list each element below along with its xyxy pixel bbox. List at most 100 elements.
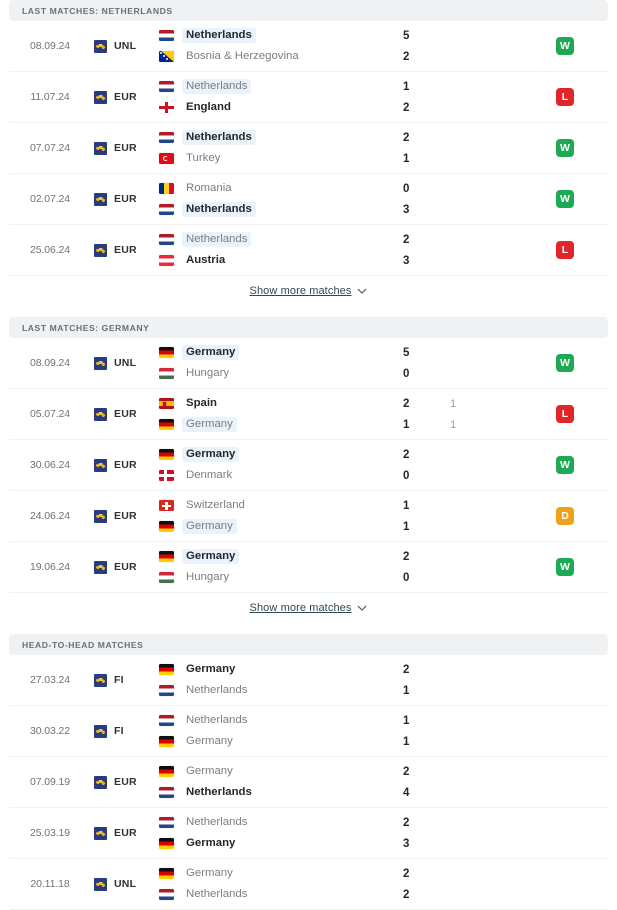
team-name[interactable]: Germany — [182, 345, 240, 360]
team-name[interactable]: Austria — [182, 253, 229, 268]
score-main: 1 — [403, 418, 410, 431]
team-name[interactable]: Netherlands — [182, 232, 252, 247]
team-name[interactable]: Switzerland — [182, 498, 249, 513]
competition-name: EUR — [114, 459, 137, 471]
competition-cell[interactable]: EUR — [91, 491, 159, 541]
competition-name: EUR — [114, 91, 137, 103]
uefa-icon — [94, 509, 107, 523]
score-line: 2 — [402, 130, 522, 145]
scores-cell: 21 — [402, 123, 522, 173]
team-name[interactable]: Denmark — [182, 468, 236, 483]
result-cell — [522, 808, 608, 858]
romania-flag-icon — [159, 183, 174, 194]
netherlands-flag-icon — [159, 715, 174, 726]
scores-cell: 21 — [402, 655, 522, 705]
match-row[interactable]: 08.09.24 UNL Netherlands Bosnia & Herzegovi… — [9, 21, 608, 72]
match-row[interactable]: 30.06.24 EUR Germany Denmark 2 0 W — [9, 440, 608, 491]
team-name[interactable]: Hungary — [182, 366, 233, 381]
team-name[interactable]: Netherlands — [182, 79, 252, 94]
score-main: 1 — [403, 684, 410, 697]
match-date: 24.06.24 — [29, 510, 71, 522]
score-line: 1 — [402, 734, 522, 749]
team-line: Hungary — [159, 570, 402, 585]
team-name[interactable]: Turkey — [182, 151, 224, 166]
team-name[interactable]: Germany — [182, 764, 237, 779]
competition-cell[interactable]: EUR — [91, 72, 159, 122]
competition-cell[interactable]: UNL — [91, 859, 159, 909]
score-main: 2 — [403, 101, 410, 114]
match-row[interactable]: 07.07.24 EUR Netherlands Turkey 2 1 W — [9, 123, 608, 174]
match-row[interactable]: 25.03.19 EUR Netherlands Germany 2 3 — [9, 808, 608, 859]
competition-cell[interactable]: EUR — [91, 440, 159, 490]
score-line: 2 — [402, 49, 522, 64]
match-row[interactable]: 25.06.24 EUR Netherlands Austria 2 3 L — [9, 225, 608, 276]
team-name[interactable]: England — [182, 100, 235, 115]
competition-cell[interactable]: EUR — [91, 757, 159, 807]
score-line: 3 — [402, 253, 522, 268]
competition-cell[interactable]: EUR — [91, 225, 159, 275]
competition-cell[interactable]: EUR — [91, 542, 159, 592]
team-name[interactable]: Germany — [182, 866, 237, 881]
match-date: 25.06.24 — [29, 244, 71, 256]
score-main: 3 — [403, 837, 410, 850]
match-row[interactable]: 20.11.18 UNL Germany Netherlands 2 2 — [9, 859, 608, 910]
section-header: HEAD-TO-HEAD MATCHES — [9, 634, 608, 655]
match-row[interactable]: 05.07.24 EUR Spain Germany 2 1 1 1 L — [9, 389, 608, 440]
team-name[interactable]: Netherlands — [182, 202, 256, 217]
match-row[interactable]: 11.07.24 EUR Netherlands England 1 2 L — [9, 72, 608, 123]
team-name[interactable]: Netherlands — [182, 713, 251, 728]
teams-cell: Germany Netherlands — [159, 655, 402, 705]
team-name[interactable]: Germany — [182, 519, 237, 534]
head-to-head-matches: HEAD-TO-HEAD MATCHES 27.03.24 FI Germany Net… — [9, 634, 608, 910]
last-matches-germany: LAST MATCHES: GERMANY 08.09.24 UNL Germany H… — [9, 317, 608, 623]
match-row[interactable]: 30.03.22 FI Netherlands Germany 1 1 — [9, 706, 608, 757]
competition-cell[interactable]: FI — [91, 655, 159, 705]
team-name[interactable]: Germany — [182, 836, 239, 851]
score-line: 3 — [402, 202, 522, 217]
team-name[interactable]: Netherlands — [182, 887, 251, 902]
result-badge: L — [556, 405, 574, 423]
hungary-flag-icon — [159, 368, 174, 379]
team-name[interactable]: Germany — [182, 447, 240, 462]
competition-cell[interactable]: EUR — [91, 808, 159, 858]
team-name[interactable]: Netherlands — [182, 785, 256, 800]
team-name[interactable]: Romania — [182, 181, 236, 196]
uefa-icon — [94, 560, 107, 574]
team-name[interactable]: Netherlands — [182, 28, 256, 43]
show-more-matches-button[interactable]: Show more matches — [9, 276, 608, 306]
team-name[interactable]: Germany — [182, 549, 240, 564]
competition-cell[interactable]: UNL — [91, 21, 159, 71]
team-name[interactable]: Germany — [182, 734, 237, 749]
score-main: 2 — [403, 550, 410, 563]
team-name[interactable]: Netherlands — [182, 683, 251, 698]
score-main: 2 — [403, 765, 410, 778]
match-row[interactable]: 07.09.19 EUR Germany Netherlands 2 4 — [9, 757, 608, 808]
match-row[interactable]: 19.06.24 EUR Germany Hungary 2 0 W — [9, 542, 608, 593]
team-name[interactable]: Spain — [182, 396, 221, 411]
show-more-matches-button[interactable]: Show more matches — [9, 593, 608, 623]
team-name[interactable]: Hungary — [182, 570, 233, 585]
competition-cell[interactable]: EUR — [91, 174, 159, 224]
team-name[interactable]: Netherlands — [182, 815, 251, 830]
competition-cell[interactable]: UNL — [91, 338, 159, 388]
result-badge: W — [556, 558, 574, 576]
uefa-icon — [94, 141, 107, 155]
germany-flag-icon — [159, 521, 174, 532]
scores-cell: 50 — [402, 338, 522, 388]
team-line: Germany — [159, 836, 402, 851]
team-name[interactable]: Bosnia & Herzegovina — [182, 49, 303, 64]
match-row[interactable]: 02.07.24 EUR Romania Netherlands 0 3 W — [9, 174, 608, 225]
competition-cell[interactable]: EUR — [91, 123, 159, 173]
competition-cell[interactable]: FI — [91, 706, 159, 756]
team-name[interactable]: Germany — [182, 417, 237, 432]
competition-cell[interactable]: EUR — [91, 389, 159, 439]
scores-cell: 2111 — [402, 389, 522, 439]
team-name[interactable]: Netherlands — [182, 130, 256, 145]
team-name[interactable]: Germany — [182, 662, 239, 677]
match-row[interactable]: 24.06.24 EUR Switzerland Germany 1 1 D — [9, 491, 608, 542]
score-main: 3 — [403, 254, 410, 267]
match-row[interactable]: 27.03.24 FI Germany Netherlands 2 1 — [9, 655, 608, 706]
score-line: 1 — [402, 683, 522, 698]
match-date: 30.06.24 — [29, 459, 71, 471]
match-row[interactable]: 08.09.24 UNL Germany Hungary 5 0 W — [9, 338, 608, 389]
